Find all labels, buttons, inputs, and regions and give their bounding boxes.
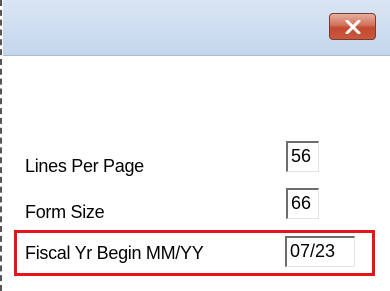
lines-per-page-input[interactable]: 56 bbox=[286, 141, 319, 172]
title-bar bbox=[3, 0, 390, 56]
form-panel: Lines Per Page 56 Form Size 66 Fiscal Yr… bbox=[3, 56, 390, 291]
selection-edge bbox=[0, 0, 2, 291]
dialog-window: Lines Per Page 56 Form Size 66 Fiscal Yr… bbox=[3, 0, 390, 291]
form-size-input[interactable]: 66 bbox=[286, 188, 319, 219]
fiscal-year-begin-input[interactable]: 07/23 bbox=[285, 236, 355, 267]
close-button[interactable] bbox=[329, 13, 376, 40]
fiscal-year-begin-label: Fiscal Yr Begin MM/YY bbox=[25, 243, 204, 263]
lines-per-page-label: Lines Per Page bbox=[25, 156, 144, 176]
close-icon bbox=[345, 19, 360, 34]
form-size-label: Form Size bbox=[25, 202, 105, 222]
